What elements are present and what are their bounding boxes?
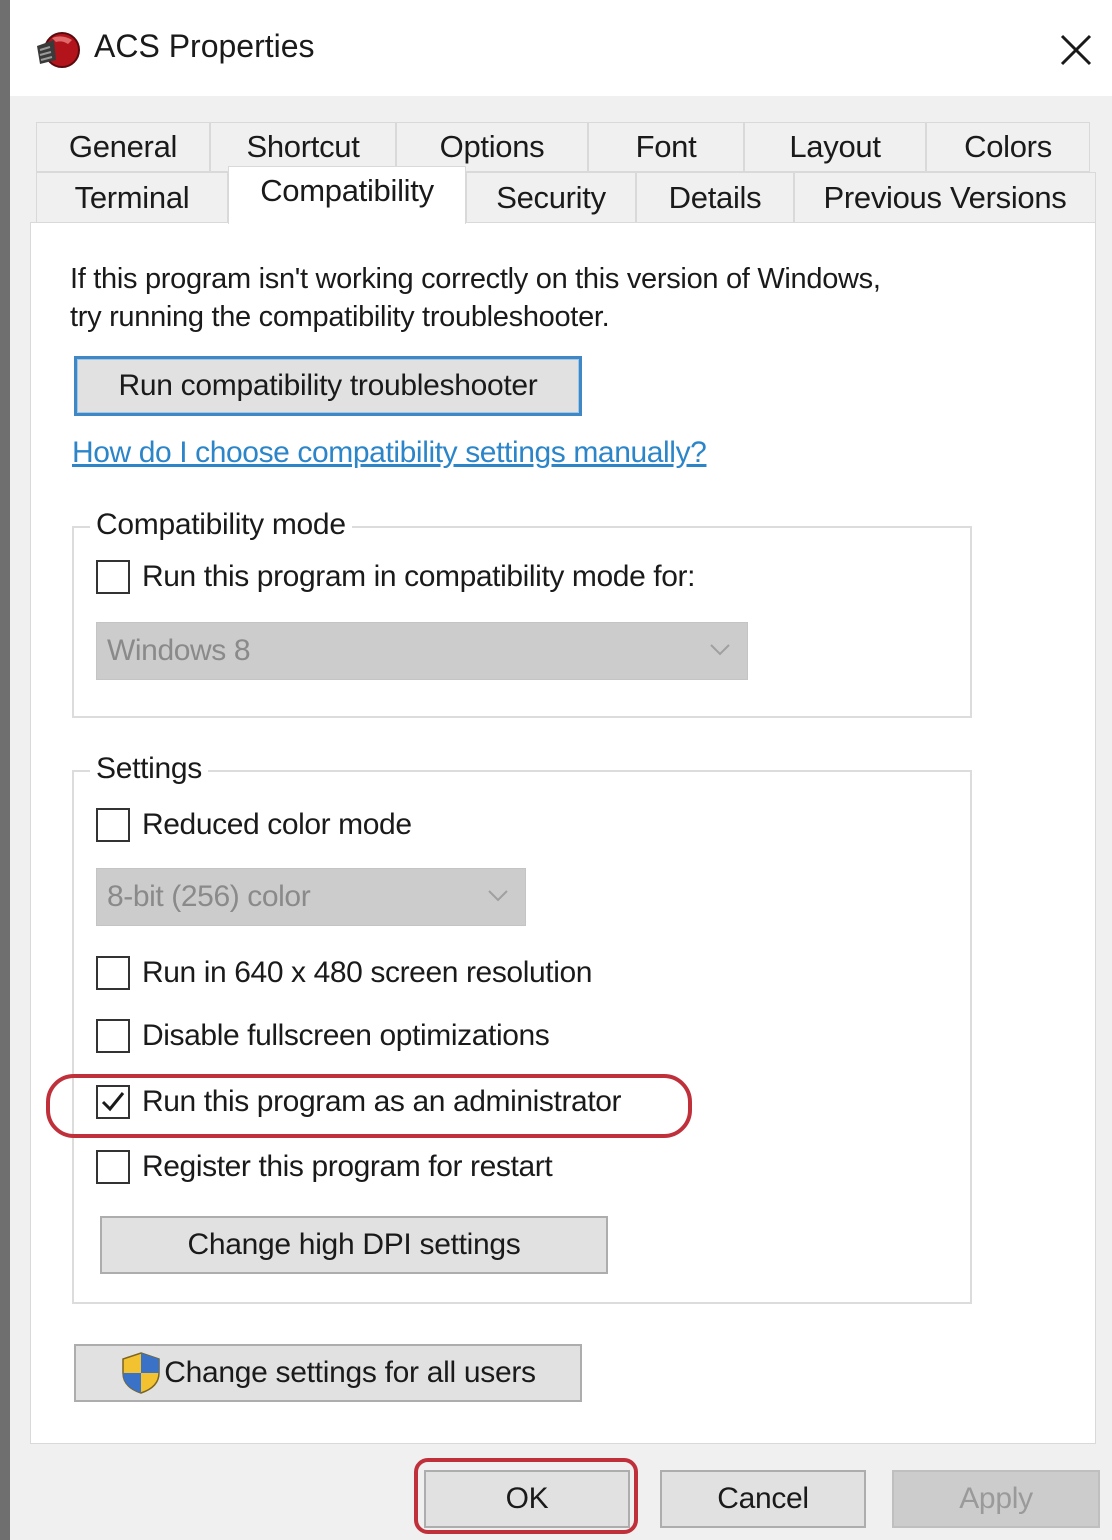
tab-previous-versions[interactable]: Previous Versions <box>794 172 1096 224</box>
intro-line-2: try running the compatibility troublesho… <box>70 301 610 333</box>
compat-os-select[interactable]: Windows 8 <box>96 622 748 680</box>
run-as-admin-checkbox[interactable] <box>96 1085 130 1119</box>
disable-fullscreen-row[interactable]: Disable fullscreen optimizations <box>96 1019 550 1053</box>
chevron-down-icon <box>710 644 730 656</box>
chevron-down-icon <box>488 890 508 902</box>
tab-shortcut[interactable]: Shortcut <box>210 122 396 172</box>
reduced-color-row[interactable]: Reduced color mode <box>96 808 412 842</box>
change-dpi-button[interactable]: Change high DPI settings <box>100 1216 608 1274</box>
cancel-button[interactable]: Cancel <box>660 1470 866 1528</box>
intro-text: If this program isn't working correctly … <box>70 260 970 336</box>
tab-terminal[interactable]: Terminal <box>36 172 228 224</box>
tab-font[interactable]: Font <box>588 122 744 172</box>
checkmark-icon <box>101 1092 125 1112</box>
color-depth-select-value: 8-bit (256) color <box>107 880 311 913</box>
disable-fullscreen-checkbox[interactable] <box>96 1019 130 1053</box>
intro-line-1: If this program isn't working correctly … <box>70 263 881 295</box>
compat-mode-checkbox[interactable] <box>96 560 130 594</box>
reduced-color-label: Reduced color mode <box>142 808 412 841</box>
tab-details[interactable]: Details <box>636 172 794 224</box>
tab-compatibility[interactable]: Compatibility <box>228 166 466 224</box>
res-640-checkbox[interactable] <box>96 956 130 990</box>
tab-general[interactable]: General <box>36 122 210 172</box>
change-all-users-button[interactable]: Change settings for all users <box>74 1344 582 1402</box>
register-restart-label: Register this program for restart <box>142 1150 553 1183</box>
register-restart-checkbox[interactable] <box>96 1150 130 1184</box>
compat-mode-label: Run this program in compatibility mode f… <box>142 560 696 593</box>
window-title: ACS Properties <box>94 28 315 64</box>
compat-mode-checkbox-row[interactable]: Run this program in compatibility mode f… <box>96 560 695 594</box>
tab-options[interactable]: Options <box>396 122 588 172</box>
run-as-admin-label: Run this program as an administrator <box>142 1085 622 1118</box>
uac-shield-icon <box>122 1352 160 1394</box>
reduced-color-checkbox[interactable] <box>96 808 130 842</box>
res-640-label: Run in 640 x 480 screen resolution <box>142 956 593 989</box>
window-left-border <box>0 0 10 1540</box>
ok-button[interactable]: OK <box>424 1470 630 1528</box>
res-640-row[interactable]: Run in 640 x 480 screen resolution <box>96 956 592 990</box>
settings-legend: Settings <box>90 752 208 786</box>
color-depth-select[interactable]: 8-bit (256) color <box>96 868 526 926</box>
compat-help-link[interactable]: How do I choose compatibility settings m… <box>72 436 707 470</box>
close-icon[interactable] <box>1054 28 1098 72</box>
tab-security[interactable]: Security <box>466 172 636 224</box>
tab-layout[interactable]: Layout <box>744 122 926 172</box>
acs-app-icon <box>34 30 82 70</box>
tab-colors[interactable]: Colors <box>926 122 1090 172</box>
run-as-admin-row[interactable]: Run this program as an administrator <box>96 1085 622 1119</box>
run-troubleshooter-button[interactable]: Run compatibility troubleshooter <box>74 356 582 416</box>
register-restart-row[interactable]: Register this program for restart <box>96 1150 553 1184</box>
apply-button[interactable]: Apply <box>892 1470 1100 1528</box>
compat-os-select-value: Windows 8 <box>107 634 251 667</box>
disable-fullscreen-label: Disable fullscreen optimizations <box>142 1019 550 1052</box>
change-all-users-label: Change settings for all users <box>164 1356 536 1389</box>
compatibility-mode-legend: Compatibility mode <box>90 508 352 542</box>
